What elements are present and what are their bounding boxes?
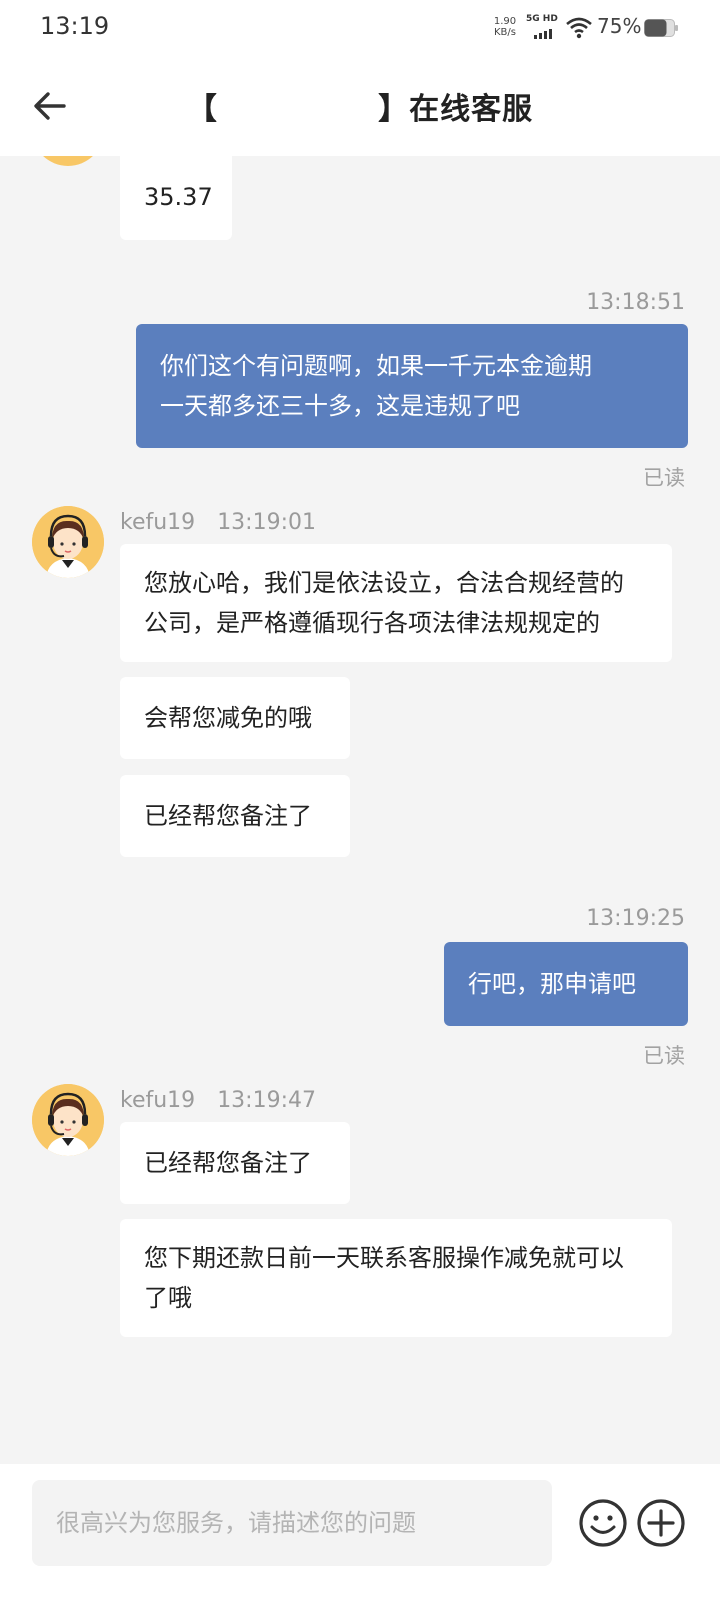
status-time: 13:19: [40, 12, 110, 40]
message-text-line: 你们这个有问题啊，如果一千元本金逾期: [160, 352, 592, 380]
read-status: 已读: [643, 1044, 685, 1068]
user-message[interactable]: 行吧，那申请吧: [444, 942, 688, 1026]
message-text-line: 公司，是严格遵循现行各项法律法规规定的: [144, 609, 600, 637]
agent-message[interactable]: 您放心哈，我们是依法设立，合法合规经营的 公司，是严格遵循现行各项法律法规规定的: [120, 544, 672, 662]
message-text: 已经帮您备注了: [144, 1149, 312, 1177]
battery-icon: [644, 19, 678, 37]
message-text: 会帮您减免的哦: [144, 704, 312, 732]
message-timestamp: 13:19:25: [586, 906, 685, 931]
avatar: [32, 506, 104, 578]
cellular-signal-icon: 5G HD: [526, 14, 562, 40]
user-message[interactable]: 你们这个有问题啊，如果一千元本金逾期 一天都多还三十多，这是违规了吧: [136, 324, 688, 448]
network-speed-value: 1.90: [493, 16, 517, 27]
agent-message[interactable]: 35.37: [120, 156, 232, 240]
message-time: 13:19:47: [217, 1088, 316, 1113]
message-timestamp: 13:18:51: [586, 290, 685, 315]
input-bar: 很高兴为您服务，请描述您的问题: [0, 1464, 720, 1612]
status-bar: 13:19 1.90 KB/s 5G HD 75%: [0, 0, 720, 56]
agent-meta: kefu19 13:19:01: [120, 510, 316, 535]
agent-meta: kefu19 13:19:47: [120, 1088, 316, 1113]
customer-service-agent-avatar-icon: [32, 1084, 104, 1156]
chat-header: 【 】在线客服: [0, 56, 720, 156]
plus-circle-icon[interactable]: [636, 1498, 686, 1548]
page-title: 【 】在线客服: [186, 92, 534, 127]
avatar: [32, 1084, 104, 1156]
avatar: [32, 156, 104, 166]
message-text-line: 一天都多还三十多，这是违规了吧: [160, 392, 520, 420]
message-text-line: 您放心哈，我们是依法设立，合法合规经营的: [144, 569, 624, 597]
message-text: 35.37: [144, 183, 213, 211]
read-status: 已读: [643, 466, 685, 490]
network-speed-unit: KB/s: [494, 27, 516, 38]
message-text-line: 您下期还款日前一天联系客服操作减免就可以: [144, 1244, 624, 1272]
agent-message[interactable]: 已经帮您备注了: [120, 1122, 350, 1204]
agent-name: kefu19: [120, 510, 196, 535]
input-placeholder: 很高兴为您服务，请描述您的问题: [56, 1509, 416, 1537]
smiley-icon[interactable]: [578, 1498, 628, 1548]
message-text: 行吧，那申请吧: [468, 970, 636, 998]
agent-message[interactable]: 您下期还款日前一天联系客服操作减免就可以 了哦: [120, 1219, 672, 1337]
customer-service-agent-avatar-icon: [32, 506, 104, 578]
wifi-icon: [566, 17, 592, 39]
network-type-label: 5G HD: [526, 14, 558, 24]
agent-message[interactable]: 会帮您减免的哦: [120, 677, 350, 759]
message-text-line: 了哦: [144, 1284, 192, 1312]
message-text: 已经帮您备注了: [144, 802, 312, 830]
agent-message[interactable]: 已经帮您备注了: [120, 775, 350, 857]
message-time: 13:19:01: [217, 510, 316, 535]
chat-messages[interactable]: 35.37 13:18:51 你们这个有问题啊，如果一千元本金逾期 一天都多还三…: [0, 156, 720, 1464]
message-input[interactable]: 很高兴为您服务，请描述您的问题: [32, 1480, 552, 1566]
battery-percent: 75%: [597, 14, 642, 38]
network-speed: 1.90 KB/s: [490, 16, 520, 38]
agent-name: kefu19: [120, 1088, 196, 1113]
